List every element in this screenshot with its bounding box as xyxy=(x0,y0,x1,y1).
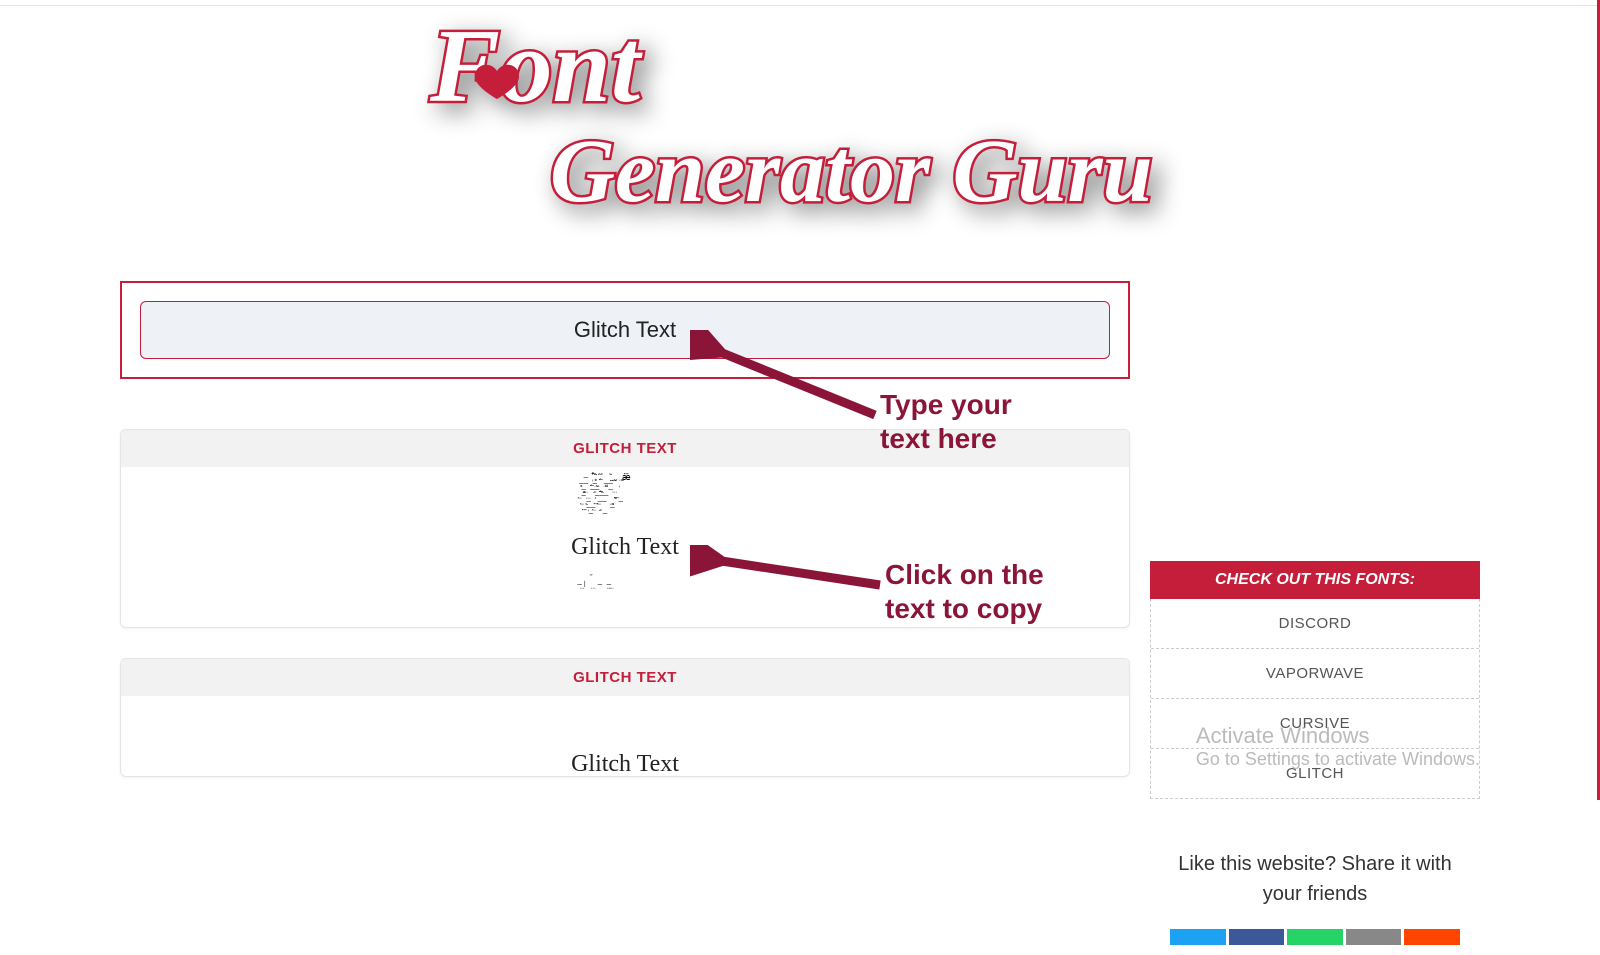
share-facebook[interactable] xyxy=(1229,929,1285,945)
result-text-2[interactable]: Glitch Text xyxy=(571,751,679,778)
share-email[interactable] xyxy=(1346,929,1402,945)
logo-line1: Font xyxy=(429,16,643,124)
logo-container: .script{font-family:'Brush Script MT','C… xyxy=(0,6,1600,281)
sidebar-header: CHECK OUT THIS FONTS: xyxy=(1150,561,1480,599)
result-card-2[interactable]: GLITCH TEXT Glitch Text xyxy=(120,658,1130,777)
result-text-1[interactable]: ⎯ ͋ ͆⃐ ̂ ̊ ᷁ æ⃛ ⎯⎯ ͗⎯̊ ⃐⎯⎯͆ ᷉⃛ ᷾⃛ ̽⎯ ⎯⃐⎯… xyxy=(571,534,679,561)
logo-line2: Generator Guru xyxy=(550,122,1153,221)
sidebar-item-cursive[interactable]: CURSIVE xyxy=(1151,699,1479,749)
share-title: Like this website? Share it with your fr… xyxy=(1170,849,1460,909)
share-box: Like this website? Share it with your fr… xyxy=(1150,839,1480,955)
share-buttons xyxy=(1170,929,1460,945)
glitch-marks-bottom: ⃨ ᷉ ⎯⃨ ⃨⎯ ⎯⃨ ⎯ ⃨ ⃒ ⃨ ⎯ ⎯⃨ ⃨ ⃨⎯ ⎯ ⃨ ⃒ ⃨⎯⃨… xyxy=(575,575,660,611)
glitch-marks-top: ⎯ ͋ ͆⃐ ̂ ̊ ᷁ æ⃛ ⎯⎯ ͗⎯̊ ⃐⎯⎯͆ ᷉⃛ ᷾⃛ ̽⎯ ⎯⃐⎯… xyxy=(579,474,631,516)
result-card-2-header: GLITCH TEXT xyxy=(121,659,1129,696)
sidebar: CHECK OUT THIS FONTS: DISCORD VAPORWAVE … xyxy=(1150,281,1480,955)
share-reddit[interactable] xyxy=(1404,929,1460,945)
share-twitter[interactable] xyxy=(1170,929,1226,945)
result-card-1[interactable]: GLITCH TEXT ⎯ ͋ ͆⃐ ̂ ̊ ᷁ æ⃛ ⎯⎯ ͗⎯̊ ⃐⎯⎯͆ … xyxy=(120,429,1130,628)
sidebar-list: DISCORD VAPORWAVE CURSIVE GLITCH xyxy=(1150,599,1480,799)
sidebar-item-glitch[interactable]: GLITCH xyxy=(1151,749,1479,798)
sidebar-item-vaporwave[interactable]: VAPORWAVE xyxy=(1151,649,1479,699)
logo: .script{font-family:'Brush Script MT','C… xyxy=(420,16,1180,246)
result-card-2-body[interactable]: Glitch Text xyxy=(121,696,1129,776)
input-container xyxy=(120,281,1130,379)
sidebar-item-discord[interactable]: DISCORD xyxy=(1151,599,1479,649)
share-whatsapp[interactable] xyxy=(1287,929,1343,945)
main-column: GLITCH TEXT ⎯ ͋ ͆⃐ ̂ ̊ ᷁ æ⃛ ⎯⎯ ͗⎯̊ ⃐⎯⎯͆ … xyxy=(120,281,1130,955)
result-card-1-body[interactable]: ⎯ ͋ ͆⃐ ̂ ̊ ᷁ æ⃛ ⎯⎯ ͗⎯̊ ⃐⎯⎯͆ ᷉⃛ ᷾⃛ ̽⎯ ⎯⃐⎯… xyxy=(121,467,1129,627)
text-input[interactable] xyxy=(140,301,1110,359)
result-card-1-header: GLITCH TEXT xyxy=(121,430,1129,467)
